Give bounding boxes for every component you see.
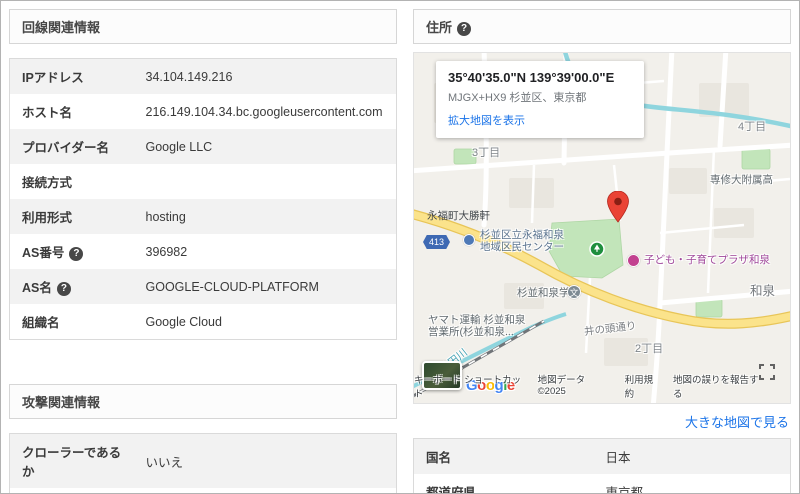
row-label: クローラーであるか — [22, 446, 122, 479]
row-label: AS名? — [10, 269, 134, 304]
map-footer: キーボード ショートカット 地図データ ©2025 利用規約 地図の誤りを報告す… — [414, 372, 764, 400]
row-hostname: ホスト名 216.149.104.34.bc.googleusercontent… — [9, 94, 397, 129]
help-icon[interactable]: ? — [69, 247, 84, 261]
row-value — [134, 488, 397, 493]
row-value: Google LLC — [145, 139, 213, 154]
row-as-number: AS番号? 396982 — [9, 234, 397, 269]
row-label: 都道府県 — [426, 486, 477, 494]
keyboard-shortcuts-link[interactable]: キーボード ショートカット — [414, 372, 526, 400]
terms-link[interactable]: 利用規約 — [625, 372, 661, 400]
location-table: 国名 日本 都道府県 東京都 — [413, 438, 791, 494]
network-info-table: IPアドレス 34.104.149.216 ホスト名 216.149.104.3… — [9, 58, 397, 340]
row-is-crawler: クローラーであるか いいえ — [9, 433, 397, 488]
route-413-shield: 413 — [423, 235, 450, 249]
row-label: 組織名 — [22, 316, 60, 330]
row-prefecture: 都道府県 東京都 — [413, 474, 791, 494]
attack-panel-header: 攻撃関連情報 — [9, 384, 397, 419]
row-value — [134, 164, 397, 199]
view-larger-map-link[interactable]: 大きな地図で見る — [685, 415, 789, 430]
row-label: ホスト名 — [22, 106, 73, 120]
row-usage-type: 利用形式 hosting — [9, 199, 397, 234]
row-value: 日本 — [605, 451, 631, 465]
row-organization: 組織名 Google Cloud — [9, 304, 397, 340]
row-value: いいえ — [145, 455, 184, 470]
row-label: AS番号? — [10, 234, 134, 269]
row-label: 国名 — [426, 451, 452, 465]
ip-info-page: 回線関連情報 IPアドレス 34.104.149.216 ホスト名 216.14… — [0, 0, 800, 494]
row-label: クローラー名 — [10, 488, 134, 493]
school-icon: 文 — [567, 285, 581, 299]
map-label-2chome: 2丁目 — [635, 343, 664, 355]
map-label-yamato: ヤマト運輸 杉並和泉 営業所(杉並和泉... — [428, 314, 526, 338]
help-icon[interactable]: ? — [457, 22, 472, 36]
childcare-icon — [627, 254, 640, 267]
row-provider: プロバイダー名 Google LLC — [9, 129, 397, 164]
network-panel-header: 回線関連情報 — [9, 9, 397, 44]
row-label: 利用形式 — [22, 211, 73, 225]
large-map-link-row: 大きな地図で見る — [413, 404, 791, 438]
row-label: IPアドレス — [22, 71, 84, 85]
location-pin-icon[interactable] — [607, 190, 629, 228]
row-as-name: AS名? GOOGLE-CLOUD-PLATFORM — [9, 269, 397, 304]
map-info-card: 35°40'35.0"N 139°39'00.0"E MJGX+HX9 杉並区、… — [436, 61, 644, 138]
row-value: 216.149.104.34.bc.googleusercontent.com — [145, 104, 383, 119]
map-label-community-center: 杉並区立永福和泉 地域区民センター — [480, 229, 564, 253]
row-value: 396982 — [145, 244, 188, 259]
row-value: Google Cloud — [145, 314, 222, 329]
address-column: 住所? 35°40'35.0"N 139°39'00.0"E MJGX+HX9 … — [413, 9, 791, 494]
map-data-attribution: 地図データ ©2025 — [537, 375, 586, 397]
row-label: プロバイダー名 — [22, 141, 110, 155]
row-value: hosting — [145, 209, 186, 224]
network-panel-title: 回線関連情報 — [22, 20, 101, 35]
row-country: 国名 日本 — [413, 438, 791, 474]
attack-panel-title: 攻撃関連情報 — [22, 395, 101, 410]
civic-center-icon — [463, 234, 475, 246]
map-coordinates: 35°40'35.0"N 139°39'00.0"E — [448, 70, 615, 85]
row-value: 東京都 — [605, 486, 644, 494]
help-icon[interactable]: ? — [56, 282, 71, 296]
attack-info-table: クローラーであるか いいえ クローラー名 — [9, 433, 397, 493]
row-connection-type: 接続方式 — [9, 164, 397, 199]
row-ip-address: IPアドレス 34.104.149.216 — [9, 58, 397, 94]
map-plus-code: MJGX+HX9 杉並区、東京都 — [448, 92, 587, 104]
map-label-senshu-school: 専修大附属高 — [710, 174, 773, 186]
expand-map-link[interactable]: 拡大地図を表示 — [448, 112, 632, 128]
row-value: GOOGLE-CLOUD-PLATFORM — [145, 279, 319, 294]
park-poi-icon[interactable] — [589, 241, 605, 262]
network-column: 回線関連情報 IPアドレス 34.104.149.216 ホスト名 216.14… — [9, 9, 397, 493]
row-value: 34.104.149.216 — [145, 69, 233, 84]
address-panel-header: 住所? — [413, 9, 791, 44]
row-label: 接続方式 — [22, 176, 73, 190]
row-crawler-name: クローラー名 — [9, 488, 397, 493]
map-label-izumi: 和泉 — [750, 284, 776, 298]
map-label-kodomo-plaza: 子ども・子育てプラザ和泉 — [644, 254, 770, 266]
map-label-3chome: 3丁目 — [472, 147, 501, 159]
address-panel-title: 住所 — [426, 20, 453, 35]
map-label-4chome: 4丁目 — [738, 121, 767, 133]
google-map-embed[interactable]: 35°40'35.0"N 139°39'00.0"E MJGX+HX9 杉並区、… — [413, 52, 791, 404]
report-error-link[interactable]: 地図の誤りを報告する — [673, 372, 764, 400]
map-label-taishoken: 永福町大勝軒 — [427, 210, 490, 222]
